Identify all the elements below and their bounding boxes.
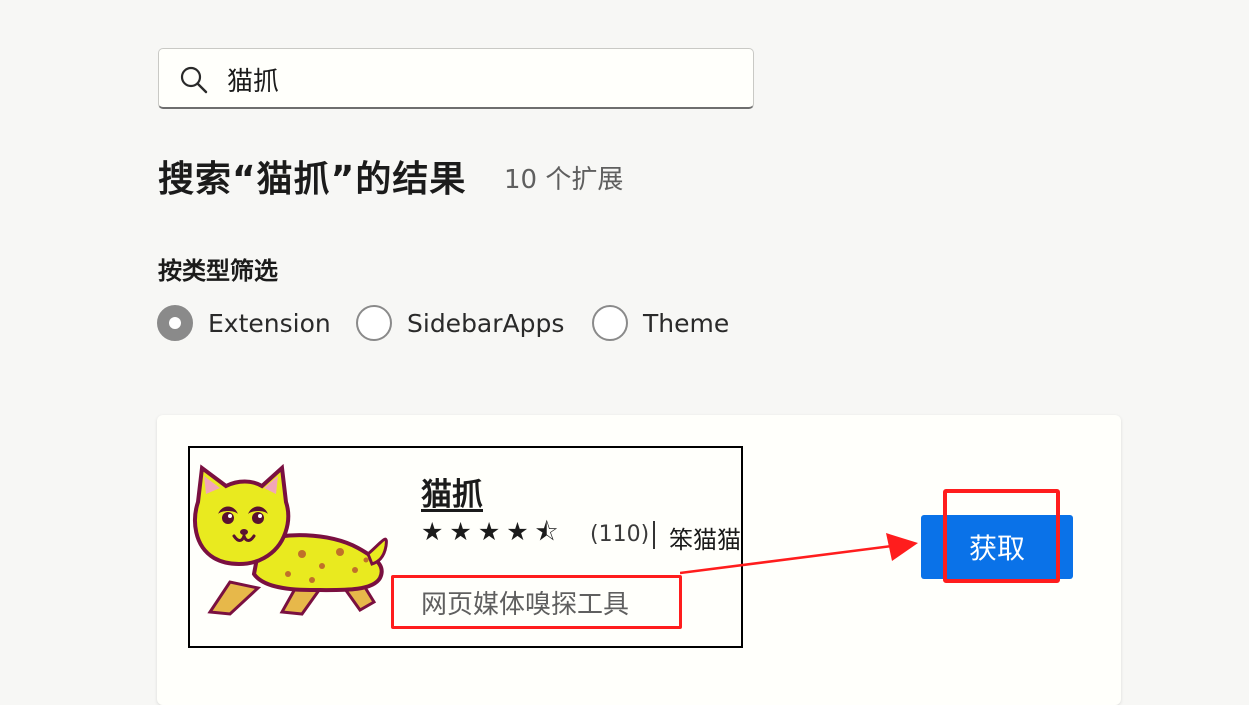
- search-box[interactable]: [158, 48, 754, 109]
- search-input[interactable]: [227, 57, 727, 101]
- radio-button[interactable]: [592, 305, 628, 341]
- rating-stars: ★ ★ ★ ★ ⯪: [421, 519, 558, 544]
- results-title: 搜索“猫抓”的结果: [158, 159, 467, 200]
- extension-name-link[interactable]: 猫抓: [421, 469, 483, 514]
- radio-button-selected[interactable]: [157, 305, 193, 341]
- filter-option-sidebarapps[interactable]: SidebarApps: [356, 302, 564, 344]
- cat-grab-icon: [193, 463, 388, 616]
- filter-option-theme[interactable]: Theme: [592, 302, 729, 344]
- filter-option-label: Extension: [208, 308, 331, 338]
- results-count: 10 个扩展: [504, 165, 624, 195]
- divider: [653, 521, 655, 549]
- star-icon: ★: [477, 517, 501, 546]
- star-icon: ★: [449, 517, 472, 546]
- search-icon: [180, 66, 208, 94]
- filter-option-extension[interactable]: Extension: [157, 302, 331, 344]
- star-icon: ★: [506, 517, 529, 546]
- extension-description: 网页媒体嗅探工具: [421, 590, 630, 620]
- filter-heading: 按类型筛选: [158, 257, 278, 285]
- annotation-box-get-button: [943, 489, 1060, 583]
- radio-button[interactable]: [356, 305, 392, 341]
- star-icon: ★: [421, 517, 444, 546]
- filter-option-label: Theme: [643, 308, 730, 338]
- filter-option-label: SidebarApps: [407, 308, 565, 338]
- rating-count: (110): [590, 522, 650, 547]
- annotation-arrow: [680, 533, 918, 575]
- half-star-icon: ⯪: [534, 517, 559, 546]
